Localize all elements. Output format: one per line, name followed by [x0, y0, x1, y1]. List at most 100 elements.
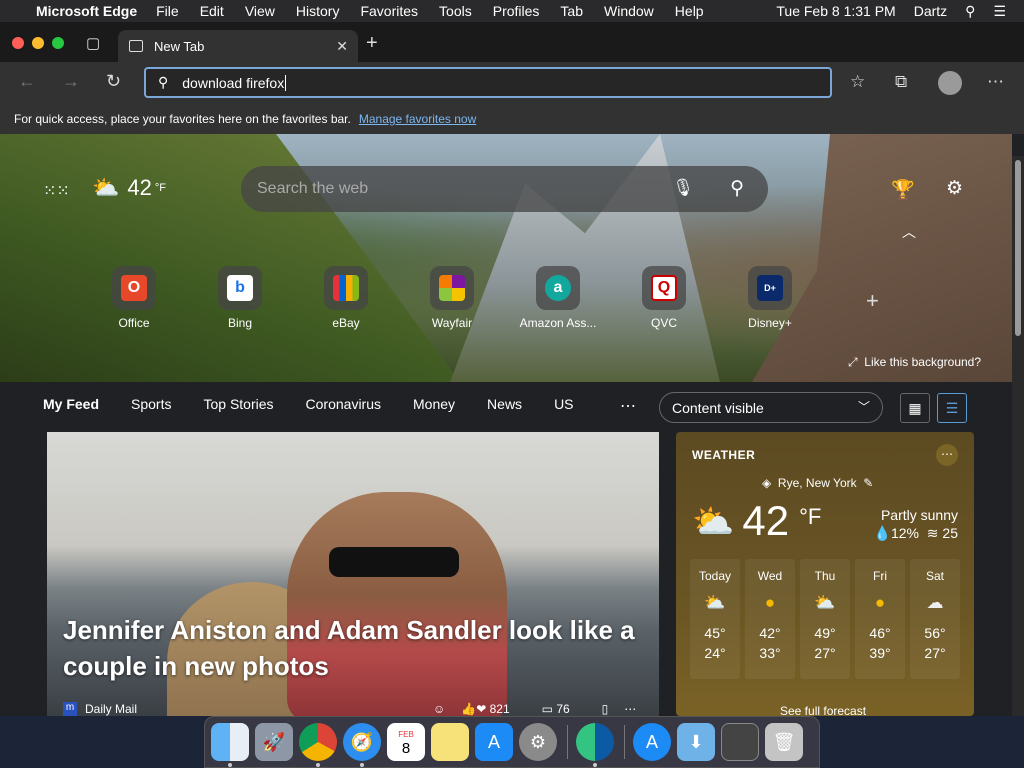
chrome-icon[interactable] [299, 723, 337, 767]
rewards-icon[interactable]: 🏆 [891, 178, 915, 202]
menu-profiles[interactable]: Profiles [493, 3, 540, 19]
trash-icon[interactable]: 🗑 [765, 723, 803, 761]
menu-window[interactable]: Window [604, 3, 654, 19]
menu-view[interactable]: View [245, 3, 275, 19]
favorites-star-icon[interactable]: ☆ [850, 72, 865, 92]
finder-icon[interactable] [211, 723, 249, 767]
control-center-icon[interactable]: ☰ [993, 3, 1006, 20]
menu-edit[interactable]: Edit [200, 3, 224, 19]
weather-card[interactable]: WEATHER ⋯ ◈ Rye, New York ✎ ⛅ 42 °F Part… [676, 432, 974, 716]
tab-news[interactable]: News [487, 396, 522, 412]
more-options-icon[interactable]: ⋯ [987, 72, 1004, 92]
forecast-day-label: Today [698, 569, 732, 583]
tab-money[interactable]: Money [413, 396, 455, 412]
calendar-icon[interactable]: FEB 8 [387, 723, 425, 761]
quick-link-office[interactable]: O Office [89, 266, 179, 330]
tab-coronavirus[interactable]: Coronavirus [306, 396, 381, 412]
menu-help[interactable]: Help [675, 3, 704, 19]
forecast-day[interactable]: Wed ● 42° 33° [745, 559, 795, 679]
edit-pencil-icon[interactable]: ✎ [863, 476, 873, 490]
menu-file[interactable]: File [156, 3, 179, 19]
settings-gear-icon[interactable]: ⚙ [946, 177, 963, 200]
chevron-up-icon[interactable]: ︿ [902, 222, 916, 242]
news-source[interactable]: m Daily Mail [63, 702, 137, 716]
notes-icon[interactable] [431, 723, 469, 761]
quick-link-label: Bing [227, 316, 253, 330]
tab-sports[interactable]: Sports [131, 396, 171, 412]
tab-top-stories[interactable]: Top Stories [203, 396, 273, 412]
refresh-icon[interactable]: ↻ [106, 71, 121, 92]
forecast-day[interactable]: Today ⛅ 45° 24° [690, 559, 740, 679]
emoji-react-icon[interactable]: ☺ [433, 702, 445, 716]
app-launcher-icon[interactable]: ⁙⁙ [43, 181, 70, 201]
quick-link-tile: Q [642, 266, 686, 310]
content-visibility-dropdown[interactable]: Content visible ﹀ [659, 392, 883, 423]
tab-us[interactable]: US [554, 396, 573, 412]
quick-link-ebay[interactable]: eBay [301, 266, 391, 330]
downloads-folder-icon[interactable]: ⬇ [677, 723, 715, 761]
launchpad-icon[interactable]: 🚀 [255, 723, 293, 761]
screenshot-icon[interactable] [721, 723, 759, 761]
minimize-window-button[interactable] [32, 37, 44, 49]
spotlight-icon[interactable]: ⚲ [965, 3, 975, 20]
weather-more-button[interactable]: ⋯ [936, 444, 958, 466]
menubar-clock[interactable]: Tue Feb 8 1:31 PM [776, 3, 895, 19]
quick-link-disney-plus[interactable]: D+ Disney+ [725, 266, 815, 330]
menu-tab[interactable]: Tab [560, 3, 583, 19]
bing-icon: b [227, 275, 253, 301]
profile-avatar[interactable] [938, 71, 962, 95]
safari-icon[interactable]: 🧭 [343, 723, 381, 767]
forecast-day[interactable]: Fri ● 46° 39° [855, 559, 905, 679]
comments-count[interactable]: ▭ 76 [542, 702, 586, 716]
save-icon[interactable]: ▯ [602, 702, 609, 716]
app-store-icon[interactable]: A [475, 723, 513, 761]
menu-favorites[interactable]: Favorites [360, 3, 418, 19]
page-scrollbar[interactable] [1012, 156, 1024, 716]
list-view-button[interactable]: ☰ [937, 393, 967, 423]
add-quick-link-button[interactable]: + [866, 288, 879, 314]
quick-link-qvc[interactable]: Q QVC [619, 266, 709, 330]
menu-history[interactable]: History [296, 3, 340, 19]
web-search-box[interactable]: Search the web 🎙 ⚲ [241, 166, 768, 212]
see-full-forecast-link[interactable]: See full forecast [780, 704, 866, 716]
scrollbar-thumb[interactable] [1015, 160, 1021, 336]
running-indicator [228, 763, 232, 767]
zoom-window-button[interactable] [52, 37, 64, 49]
forecast-low: 27° [924, 645, 946, 661]
tab-my-feed[interactable]: My Feed [43, 396, 99, 412]
weather-unit[interactable]: °F [799, 504, 821, 530]
app-menu[interactable]: Microsoft Edge [36, 3, 137, 19]
back-icon[interactable]: ← [18, 71, 36, 92]
search-icon[interactable]: ⚲ [730, 177, 744, 200]
menu-tools[interactable]: Tools [439, 3, 472, 19]
manage-favorites-link[interactable]: Manage favorites now [359, 112, 476, 126]
edge-icon[interactable] [576, 723, 614, 767]
forecast-day[interactable]: Thu ⛅ 49° 27° [800, 559, 850, 679]
quick-link-bing[interactable]: b Bing [195, 266, 285, 330]
close-window-button[interactable] [12, 37, 24, 49]
weather-location[interactable]: ◈ Rye, New York ✎ [762, 476, 873, 490]
tab-new-tab[interactable]: New Tab ✕ [118, 30, 358, 62]
news-card[interactable]: Jennifer Aniston and Adam Sandler look l… [47, 432, 659, 716]
more-options-icon[interactable]: ⋯ [624, 702, 636, 716]
new-tab-button[interactable]: + [366, 32, 378, 55]
grid-view-button[interactable]: ▦ [900, 393, 930, 423]
app-store-downloads-icon[interactable]: A [633, 723, 671, 761]
hero-weather[interactable]: ⛅ 42 °F [92, 175, 166, 201]
system-preferences-icon[interactable]: ⚙ [519, 723, 557, 761]
forecast-day[interactable]: Sat ☁ 56° 27° [910, 559, 960, 679]
address-bar[interactable]: ⚲ download firefox [144, 67, 832, 98]
more-tabs-icon[interactable]: ⋯ [620, 396, 636, 416]
microphone-icon[interactable]: 🎙 [672, 178, 694, 198]
close-tab-icon[interactable]: ✕ [336, 38, 348, 55]
quick-link-amazon-assistant[interactable]: a Amazon Ass... [513, 266, 603, 330]
forward-icon[interactable]: → [62, 71, 80, 92]
like-background-button[interactable]: ⤢ Like this background? [848, 355, 981, 370]
collections-icon[interactable]: ⧉ [895, 72, 907, 92]
menubar-user[interactable]: Dartz [914, 3, 947, 19]
tab-actions-icon[interactable]: ▢ [86, 34, 100, 52]
quick-link-wayfair[interactable]: Wayfair [407, 266, 497, 330]
reactions-count[interactable]: 👍❤ 821 [461, 702, 525, 716]
news-headline[interactable]: Jennifer Aniston and Adam Sandler look l… [63, 612, 643, 684]
address-bar-text[interactable]: download firefox [182, 75, 284, 91]
